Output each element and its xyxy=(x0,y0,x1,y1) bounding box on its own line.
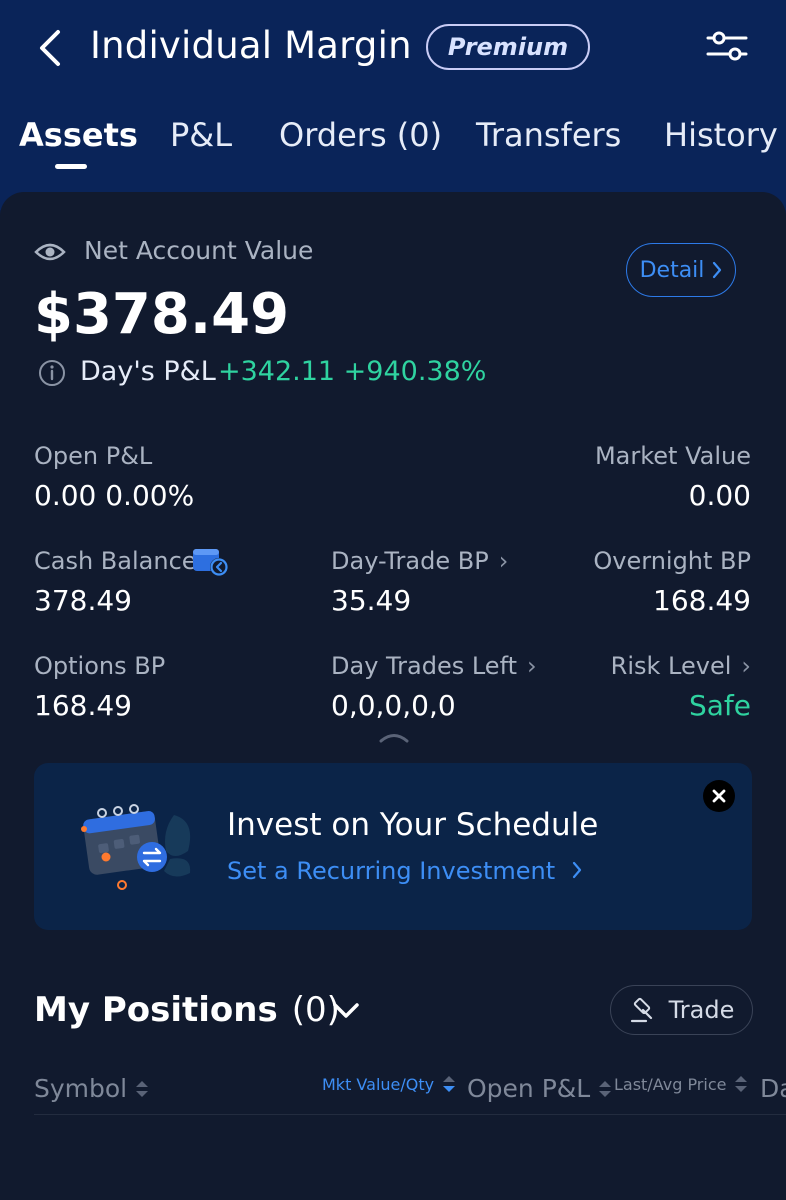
day-trades-left-link[interactable]: Day Trades Left › xyxy=(331,652,537,680)
tab-orders[interactable]: Orders (0) xyxy=(279,116,442,154)
tab-pl[interactable]: P&L xyxy=(170,116,232,154)
promo-title: Invest on Your Schedule xyxy=(227,807,599,843)
chevron-right-icon: › xyxy=(741,652,751,680)
risk-level-value: Safe xyxy=(688,689,751,722)
chevron-down-icon[interactable] xyxy=(331,1001,361,1021)
column-symbol[interactable]: Symbol xyxy=(34,1074,149,1103)
column-last-avg-price-label: Last/Avg Price xyxy=(614,1074,727,1094)
cash-balance-value: 378.49 xyxy=(34,584,132,617)
market-value-label: Market Value xyxy=(594,442,751,470)
chevron-right-icon: › xyxy=(498,547,509,575)
day-trades-left-value: 0,0,0,0,0 xyxy=(331,689,456,722)
column-header-divider xyxy=(34,1114,786,1115)
detail-button[interactable]: Detail xyxy=(626,243,736,297)
day-trades-left-label: Day Trades Left xyxy=(331,652,518,680)
active-tab-indicator xyxy=(55,164,87,169)
risk-level-link[interactable]: Risk Level › xyxy=(611,652,751,680)
recurring-investment-banner[interactable]: Invest on Your Schedule Set a Recurring … xyxy=(34,763,752,930)
cash-transfer-icon[interactable] xyxy=(192,546,230,578)
options-bp-label: Options BP xyxy=(34,652,166,680)
net-account-value: $378.49 xyxy=(34,282,290,347)
trade-button[interactable]: Trade xyxy=(610,985,753,1035)
cash-balance-label: Cash Balance xyxy=(34,547,197,575)
open-pl-value: 0.00 0.00% xyxy=(34,479,195,512)
net-account-value-label: Net Account Value xyxy=(84,236,314,265)
positions-title: My Positions xyxy=(34,990,278,1030)
day-trade-bp-value: 35.49 xyxy=(331,584,412,617)
overnight-bp-value: 168.49 xyxy=(653,584,751,617)
chevron-right-icon: › xyxy=(527,652,537,680)
column-mkt-value-label: Mkt Value/Qty xyxy=(322,1074,435,1094)
gavel-icon xyxy=(630,997,652,1023)
market-value-value: 0.00 xyxy=(688,479,751,512)
column-last-avg-price[interactable]: Last/Avg Price xyxy=(614,1074,748,1094)
column-open-pl-label: Open P&L xyxy=(467,1074,591,1103)
column-open-pl[interactable]: Open P&L xyxy=(467,1074,612,1103)
day-pl-value: +342.11 +940.38% xyxy=(218,356,487,387)
column-symbol-label: Symbol xyxy=(34,1074,128,1103)
day-trade-bp-label: Day-Trade BP xyxy=(331,547,489,575)
premium-badge[interactable]: Premium xyxy=(426,24,590,70)
page-title: Individual Margin xyxy=(90,24,412,67)
app-header: Individual Margin Premium Assets P&L Ord… xyxy=(0,0,786,210)
info-icon[interactable] xyxy=(38,359,66,387)
account-tabs: Assets P&L Orders (0) Transfers History xyxy=(0,110,786,170)
overnight-bp-label: Overnight BP xyxy=(593,547,751,575)
positions-header[interactable]: My Positions (0) xyxy=(34,990,340,1030)
trade-button-label: Trade xyxy=(668,996,735,1024)
recurring-investment-link[interactable]: Set a Recurring Investment xyxy=(227,857,583,885)
column-mkt-value[interactable]: Mkt Value/Qty xyxy=(322,1074,456,1094)
collapse-chevron-icon[interactable] xyxy=(378,730,410,744)
back-arrow-icon[interactable] xyxy=(36,28,64,68)
tab-history[interactable]: History xyxy=(664,116,778,154)
close-icon xyxy=(712,789,726,803)
promo-link-label: Set a Recurring Investment xyxy=(227,857,556,885)
detail-button-label: Detail xyxy=(639,257,705,283)
sort-icon xyxy=(599,1080,612,1097)
sort-icon xyxy=(136,1080,149,1097)
options-bp-value: 168.49 xyxy=(34,689,132,722)
calendar-schedule-icon xyxy=(81,804,191,890)
chevron-right-icon xyxy=(572,861,581,879)
sort-icon xyxy=(443,1076,456,1092)
tab-assets[interactable]: Assets xyxy=(19,116,138,154)
column-day-label: Da xyxy=(760,1074,786,1103)
eye-icon[interactable] xyxy=(34,240,66,264)
column-day[interactable]: Da xyxy=(760,1074,786,1103)
close-banner-button[interactable] xyxy=(703,780,735,812)
risk-level-label: Risk Level xyxy=(610,652,732,680)
sliders-settings-icon[interactable] xyxy=(704,26,750,66)
day-trade-bp-link[interactable]: Day-Trade BP › xyxy=(331,547,508,575)
tab-transfers[interactable]: Transfers xyxy=(476,116,621,154)
sort-icon xyxy=(735,1076,748,1092)
day-pl-label: Day's P&L xyxy=(80,356,216,387)
chevron-right-icon xyxy=(713,261,722,279)
open-pl-label: Open P&L xyxy=(34,442,153,470)
